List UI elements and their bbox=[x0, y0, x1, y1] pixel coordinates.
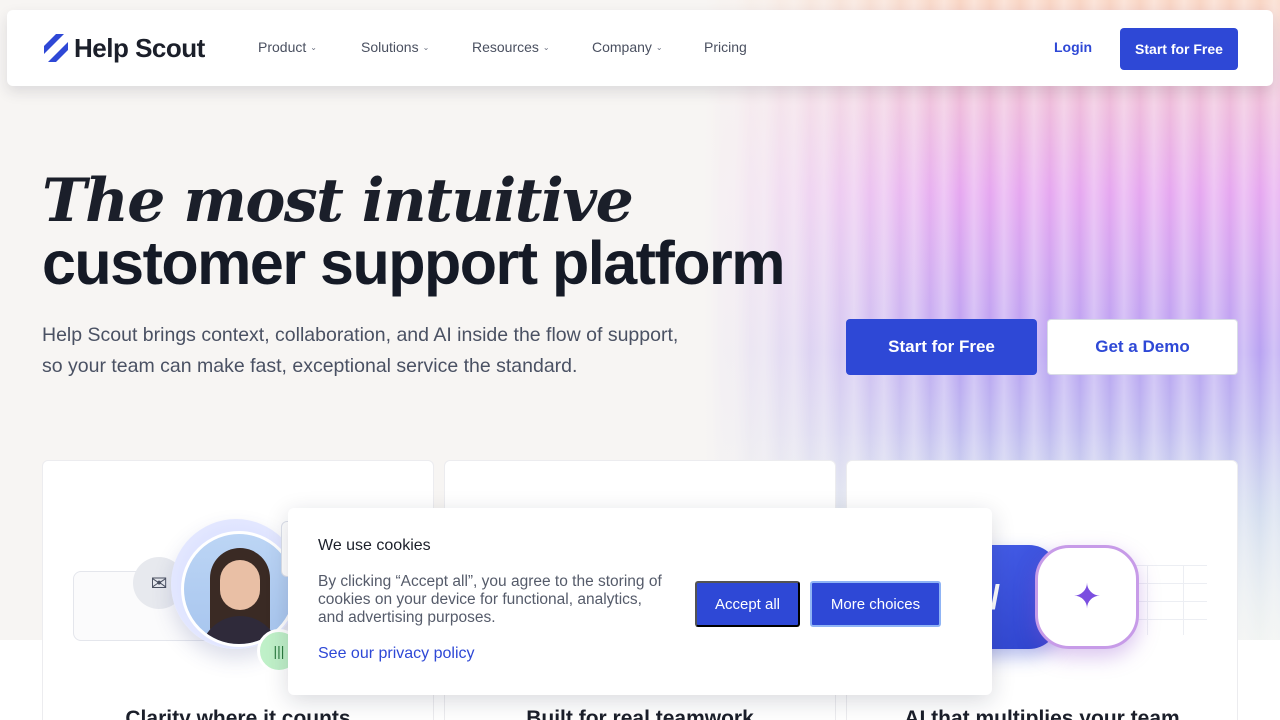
chevron-down-icon: ⌄ bbox=[655, 42, 663, 52]
brand-name: Help Scout bbox=[74, 32, 205, 63]
nav-item-company[interactable]: Company ⌄ bbox=[592, 39, 663, 55]
nav-item-label: Resources bbox=[472, 39, 539, 55]
cookie-dialog-title: We use cookies bbox=[318, 537, 431, 554]
sparkle-icon: ✦ bbox=[1072, 578, 1102, 616]
cookie-consent-dialog: We use cookies By clicking “Accept all”,… bbox=[288, 508, 992, 695]
hero-subtitle: Help Scout brings context, collaboration… bbox=[42, 324, 679, 377]
avatar-face bbox=[220, 560, 260, 610]
card-title: Clarity where it counts bbox=[125, 707, 351, 720]
nav-start-free-button[interactable]: Start for Free bbox=[1120, 28, 1238, 70]
hero-start-free-button[interactable]: Start for Free bbox=[846, 319, 1037, 375]
hero-title-bold: customer support platform bbox=[42, 229, 786, 297]
chevron-down-icon: ⌄ bbox=[310, 42, 317, 52]
accept-all-button[interactable]: Accept all bbox=[695, 581, 800, 627]
ai-badge: ✦ bbox=[1035, 545, 1139, 649]
nav-item-product[interactable]: Product ⌄ bbox=[258, 39, 317, 55]
nav-item-pricing[interactable]: Pricing bbox=[704, 39, 747, 55]
privacy-policy-link[interactable]: See our privacy policy bbox=[318, 645, 475, 663]
brand-logo[interactable]: Help Scout bbox=[42, 32, 205, 64]
hero-get-demo-button[interactable]: Get a Demo bbox=[1047, 319, 1238, 375]
nav-item-label: Product bbox=[258, 39, 307, 55]
nav-item-resources[interactable]: Resources ⌄ bbox=[472, 39, 550, 55]
top-navigation: Help Scout Product ⌄ Solutions ⌄ Resourc… bbox=[7, 10, 1273, 86]
nav-item-label: Solutions bbox=[361, 39, 419, 55]
more-choices-button[interactable]: More choices bbox=[810, 581, 941, 627]
hero-title-italic: The most intuitive bbox=[42, 166, 634, 236]
chevron-down-icon: ⌄ bbox=[542, 42, 550, 52]
login-link[interactable]: Login bbox=[1054, 39, 1092, 55]
nav-item-label: Pricing bbox=[704, 39, 747, 55]
card-title: AI that multiplies your team bbox=[904, 707, 1180, 720]
nav-item-label: Company bbox=[592, 39, 652, 55]
card-title: Built for real teamwork bbox=[526, 707, 754, 720]
chevron-down-icon: ⌄ bbox=[422, 42, 430, 52]
nav-item-solutions[interactable]: Solutions ⌄ bbox=[361, 39, 429, 55]
cookie-dialog-body: By clicking “Accept all”, you agree to t… bbox=[318, 573, 662, 626]
help-scout-logo-icon bbox=[44, 34, 68, 62]
